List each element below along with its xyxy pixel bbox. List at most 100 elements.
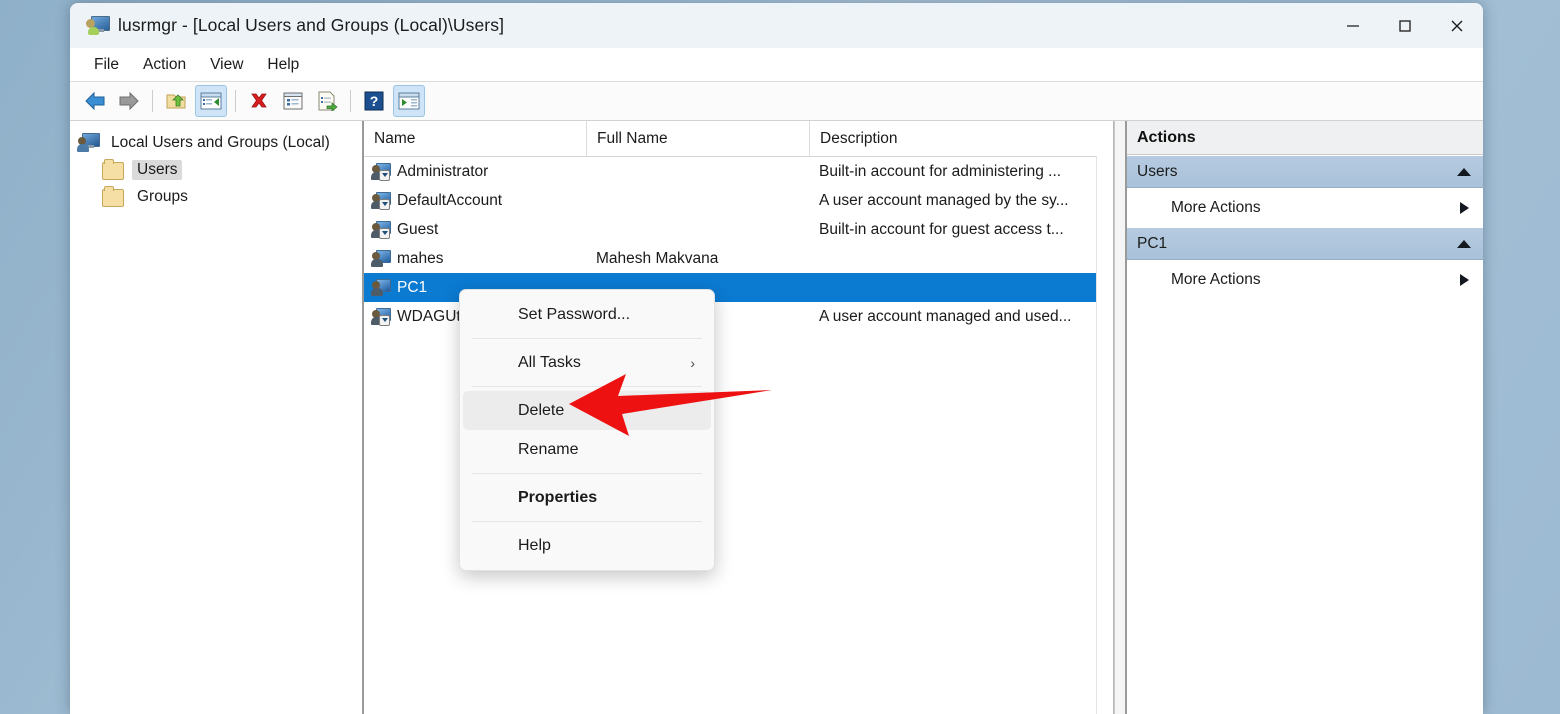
context-menu-help-label: Help [518, 536, 551, 554]
caret-up-icon[interactable] [1457, 239, 1471, 248]
cell-name: DefaultAccount [364, 186, 586, 215]
menu-action[interactable]: Action [131, 53, 198, 77]
title-bar: lusrmgr - [Local Users and Groups (Local… [70, 3, 1483, 48]
menu-bar: File Action View Help [70, 48, 1483, 82]
folder-icon [102, 158, 124, 180]
help-icon[interactable]: ? [359, 86, 389, 116]
delete-icon[interactable] [244, 86, 274, 116]
context-menu-item-properties[interactable]: Properties [463, 478, 711, 517]
context-menu-separator [472, 338, 702, 339]
console-tree-pane: Local Users and Groups (Local) Users Gro… [70, 121, 364, 714]
context-menu-item-rename[interactable]: Rename [463, 430, 711, 469]
tree-node-groups[interactable]: Groups [70, 183, 362, 210]
context-menu-properties-label: Properties [518, 488, 598, 506]
user-account-icon [371, 249, 391, 268]
actions-more-actions-pc1-label: More Actions [1171, 270, 1261, 288]
table-row[interactable]: Guest Built-in account for guest access … [364, 215, 1113, 244]
context-menu-separator [472, 521, 702, 522]
close-button[interactable] [1431, 3, 1483, 48]
export-list-icon[interactable] [312, 86, 342, 116]
table-row[interactable]: Administrator Built-in account for admin… [364, 157, 1113, 186]
context-menu: Set Password... All Tasks › Delete Renam… [459, 289, 715, 571]
row-name-text: Administrator [397, 163, 489, 180]
menu-file[interactable]: File [82, 53, 131, 77]
cell-name: mahes [364, 244, 586, 273]
caret-right-icon [1460, 201, 1469, 214]
row-name-text: DefaultAccount [397, 192, 503, 209]
context-menu-item-set-password[interactable]: Set Password... [463, 295, 711, 334]
tree-node-groups-label: Groups [137, 187, 188, 205]
cell-description: A user account managed and used... [819, 308, 1072, 325]
toolbar-separator [350, 90, 351, 112]
tree-node-root-label: Local Users and Groups (Local) [111, 133, 330, 151]
cell-description [809, 273, 1113, 302]
tree-node-users[interactable]: Users [70, 156, 362, 183]
show-hide-console-tree-icon[interactable] [195, 85, 227, 117]
column-header-full-name[interactable]: Full Name [586, 121, 809, 156]
properties-icon[interactable] [278, 86, 308, 116]
context-menu-delete-label: Delete [518, 401, 565, 419]
computer-users-icon [86, 15, 110, 36]
back-icon[interactable] [80, 86, 110, 116]
pane-splitter[interactable] [1114, 121, 1126, 714]
user-account-icon [371, 191, 391, 210]
cell-description: Built-in account for guest access t... [819, 221, 1064, 238]
cell-full-name [586, 186, 809, 215]
folder-icon [102, 185, 124, 207]
row-name-text: mahes [397, 250, 444, 267]
actions-group-header-pc1[interactable]: PC1 [1127, 227, 1483, 260]
menu-view[interactable]: View [198, 53, 255, 77]
list-column-headers: Name Full Name Description [364, 121, 1113, 157]
row-name-text: Guest [397, 221, 439, 238]
row-name-text: PC1 [397, 279, 428, 296]
up-one-level-icon[interactable] [161, 86, 191, 116]
window-title: lusrmgr - [Local Users and Groups (Local… [118, 15, 505, 35]
chevron-right-icon: › [690, 354, 695, 371]
maximize-button[interactable] [1379, 3, 1431, 48]
context-menu-item-help[interactable]: Help [463, 526, 711, 565]
context-menu-item-all-tasks[interactable]: All Tasks › [463, 343, 711, 382]
forward-icon[interactable] [114, 86, 144, 116]
actions-pane-title: Actions [1127, 121, 1483, 155]
window-controls [1327, 3, 1483, 48]
user-account-icon [371, 162, 391, 181]
context-menu-separator [472, 386, 702, 387]
cell-full-name [586, 157, 809, 186]
actions-group-users-label: Users [1137, 162, 1178, 180]
tree-node-root[interactable]: Local Users and Groups (Local) [70, 129, 362, 156]
tree-node-users-label: Users [132, 159, 183, 180]
cell-full-name [586, 215, 809, 244]
actions-more-actions-users[interactable]: More Actions [1127, 188, 1483, 227]
computer-icon [77, 132, 100, 153]
cell-full-name: Mahesh Makvana [596, 250, 719, 267]
svg-text:?: ? [370, 93, 379, 109]
show-hide-action-pane-icon[interactable] [393, 85, 425, 117]
actions-pane: Actions Users More Actions PC1 More Acti… [1126, 121, 1483, 714]
actions-more-actions-pc1[interactable]: More Actions [1127, 260, 1483, 299]
toolbar-separator [152, 90, 153, 112]
table-row[interactable]: DefaultAccount A user account managed by… [364, 186, 1113, 215]
toolbar: ? [70, 82, 1483, 121]
user-account-icon [371, 220, 391, 239]
actions-more-actions-users-label: More Actions [1171, 198, 1261, 216]
user-account-icon [371, 307, 391, 326]
context-menu-separator [472, 473, 702, 474]
caret-up-icon[interactable] [1457, 167, 1471, 176]
column-header-description[interactable]: Description [809, 121, 1113, 156]
list-vertical-scrollbar[interactable] [1096, 156, 1113, 714]
lusrmgr-window: lusrmgr - [Local Users and Groups (Local… [70, 3, 1483, 714]
toolbar-separator [235, 90, 236, 112]
context-menu-rename-label: Rename [518, 440, 579, 458]
content-area: Local Users and Groups (Local) Users Gro… [70, 121, 1483, 714]
cell-description: Built-in account for administering ... [819, 163, 1062, 180]
caret-right-icon [1460, 273, 1469, 286]
cell-name: Administrator [364, 157, 586, 186]
context-menu-set-password-label: Set Password... [518, 305, 631, 323]
context-menu-item-delete[interactable]: Delete [463, 391, 711, 430]
table-row[interactable]: mahes Mahesh Makvana [364, 244, 1113, 273]
actions-group-header-users[interactable]: Users [1127, 155, 1483, 188]
minimize-button[interactable] [1327, 3, 1379, 48]
menu-help[interactable]: Help [255, 53, 311, 77]
actions-group-pc1-label: PC1 [1137, 234, 1168, 252]
column-header-name[interactable]: Name [364, 121, 586, 156]
